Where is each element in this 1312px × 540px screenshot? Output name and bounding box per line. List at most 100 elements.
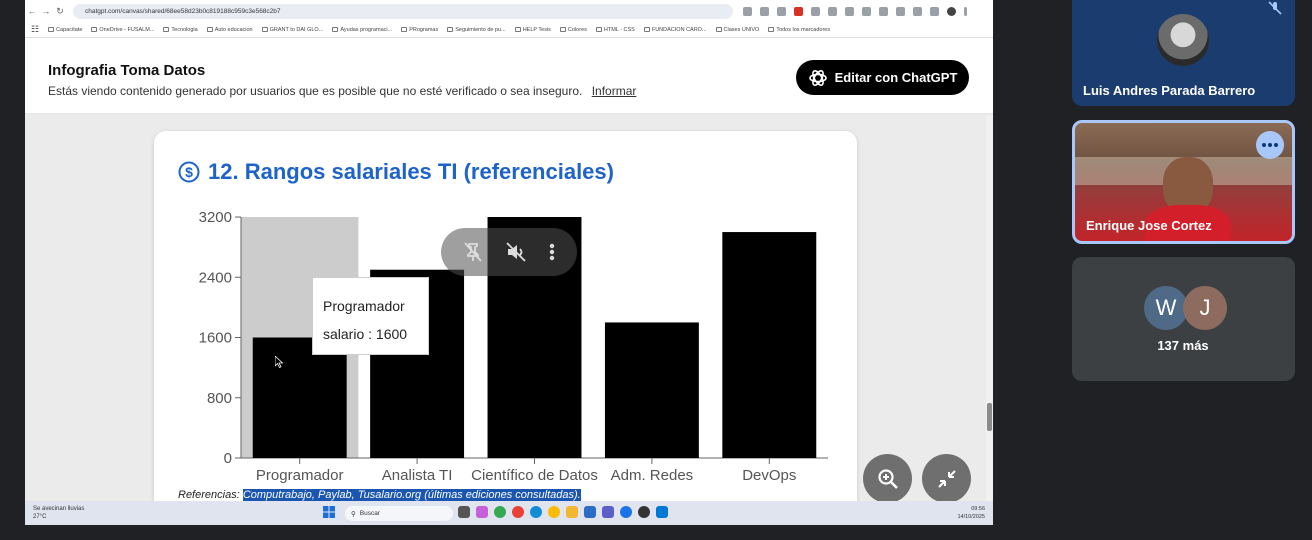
bookmark-item[interactable]: Todos los marcadores [768,27,830,33]
extension-icon[interactable] [862,6,871,16]
weather-temp: 27°C [33,514,47,520]
collapse-icon [937,469,956,488]
bookmark-label: Seguimiento de pu... [455,26,506,33]
participant-tile[interactable]: Luis Andres Parada Barrero [1072,0,1295,106]
mic-off-icon [1268,1,1282,15]
folder-icon [595,27,602,32]
chatgpt-app-icon[interactable] [638,506,650,518]
shared-screen: ← → ↻ chatgpt.com/canvas/shared/68ee58d2… [25,0,993,525]
file-explorer-icon[interactable] [566,506,578,518]
bookmark-item[interactable]: Seguimiento de pu... [447,26,506,33]
back-icon[interactable]: ← [25,6,39,16]
zoom-icon[interactable] [743,6,752,16]
search-placeholder: Buscar [359,510,380,517]
bookmark-item[interactable]: Tecnologia [163,26,198,33]
bookmark-label: PRogramas [409,26,439,33]
bookmark-label: Auto educacion [214,26,253,33]
extension-icon[interactable] [811,6,820,16]
menu-icon[interactable] [964,6,967,16]
bookmark-star-icon[interactable] [760,6,769,16]
bookmark-item[interactable]: OneDrive - FUSALM... [91,27,154,33]
participant-tile-active[interactable]: Enrique Jose Cortez [1072,120,1295,244]
tooltip-category: Programador [323,298,405,314]
unpin-icon[interactable] [461,240,485,264]
page-scrollbar[interactable] [986,115,993,501]
bookmark-item[interactable]: Clases UNIVO [715,27,759,33]
participant-name: Luis Andres Parada Barrero [1083,83,1256,98]
participant-options-button[interactable] [1256,131,1284,159]
canvas-content: $ 12. Rangos salariales TI (referenciale… [25,115,993,501]
bookmark-item[interactable]: HTML - CSS [595,26,635,33]
svg-text:$: $ [185,164,193,180]
references-label: Referencias: [178,489,240,501]
extension-icon[interactable] [896,6,905,16]
profile-avatar[interactable] [947,6,956,16]
teams-icon[interactable] [602,506,614,518]
chrome-icon[interactable] [494,506,506,518]
apps-grid-icon[interactable]: ☷ [31,24,39,35]
reload-icon[interactable]: ↻ [53,6,67,17]
bookmark-label: Todos los marcadores [776,26,831,33]
content-notice: Estás viendo contenido generado por usua… [48,84,636,98]
task-view-icon[interactable] [458,506,470,518]
extension-icon[interactable] [845,6,854,16]
extension-icon[interactable] [930,6,939,16]
report-link[interactable]: Informar [592,84,637,98]
others-tile[interactable]: W J 137 más [1072,257,1295,381]
scrollbar-thumb[interactable] [987,403,992,431]
windows-start-icon[interactable] [323,506,335,518]
chart-tooltip: Programador salario : 1600 [312,277,429,355]
section-title: 12. Rangos salariales TI (referenciales) [208,159,614,184]
chatgpt-logo-icon [808,69,827,86]
bookmark-label: Tecnologia [171,26,198,33]
section-heading: $ 12. Rangos salariales TI (referenciale… [178,159,614,185]
avatar-initial: W [1144,286,1188,330]
extension-icon[interactable] [879,6,888,16]
chrome-icon[interactable] [512,506,524,518]
zoom-in-button[interactable] [863,454,912,503]
copilot-icon[interactable] [476,506,488,518]
taskbar-clock[interactable]: 09:56 14/10/2025 [957,505,985,521]
bookmark-item[interactable]: Colores [559,27,587,33]
weather-widget[interactable]: Se avecinan lluvias 27°C [33,505,84,521]
bookmark-item[interactable]: Auto educacion [206,26,253,33]
clock-date: 14/10/2025 [957,514,985,520]
app-icon[interactable] [656,506,668,518]
clock-time: 09:56 [971,506,985,512]
references: Referencias: Computrabajo, Paylab, Tusal… [178,489,581,501]
chatgpt-header: Infografia Toma Datos Estás viendo conte… [25,38,993,114]
bookmark-item[interactable]: FUNDACION CARO... [643,27,707,33]
bookmark-item[interactable]: PRogramas [401,27,438,33]
x-tick-label: Analista TI [382,467,453,484]
chrome-icon[interactable] [620,506,632,518]
forward-icon[interactable]: → [39,6,53,16]
x-tick-label: Adm. Redes [611,467,694,484]
edge-icon[interactable] [530,506,542,518]
bookmark-item[interactable]: HELP Tesis [514,27,551,33]
store-icon[interactable] [584,506,596,518]
extension-icon[interactable] [794,6,803,16]
browser-toolbar: ← → ↻ chatgpt.com/canvas/shared/68ee58d2… [25,0,993,22]
exit-fullscreen-button[interactable] [922,454,971,503]
edit-with-chatgpt-button[interactable]: Editar con ChatGPT [796,60,969,95]
bar-devops [722,232,817,458]
more-options-icon[interactable] [547,240,557,264]
y-tick-label: 1600 [199,330,232,347]
address-bar[interactable]: chatgpt.com/canvas/shared/68ee58d23b0c81… [73,3,733,19]
extension-icon[interactable] [828,6,837,16]
bookmark-label: Ayudas programaci... [340,26,393,33]
extension-icon[interactable] [777,6,786,16]
references-text: Computrabajo, Paylab, Tusalario.org (últ… [242,489,581,501]
mute-speaker-icon[interactable] [504,240,528,264]
extension-icon[interactable] [913,6,922,16]
folder-icon [163,27,170,32]
chrome-icon[interactable] [548,506,560,518]
bookmark-item[interactable]: Capacitate [48,27,82,33]
edit-button-label: Editar con ChatGPT [834,70,958,85]
salary-card: $ 12. Rangos salariales TI (referenciale… [154,131,857,501]
taskbar-search[interactable]: ⚲ Buscar [345,506,453,521]
bookmark-label: HTML - CSS [603,26,635,33]
bookmark-item[interactable]: Ayudas programaci... [332,27,392,33]
folder-icon [332,27,339,32]
bookmark-item[interactable]: GRANT to DAI GLO... [261,27,323,33]
